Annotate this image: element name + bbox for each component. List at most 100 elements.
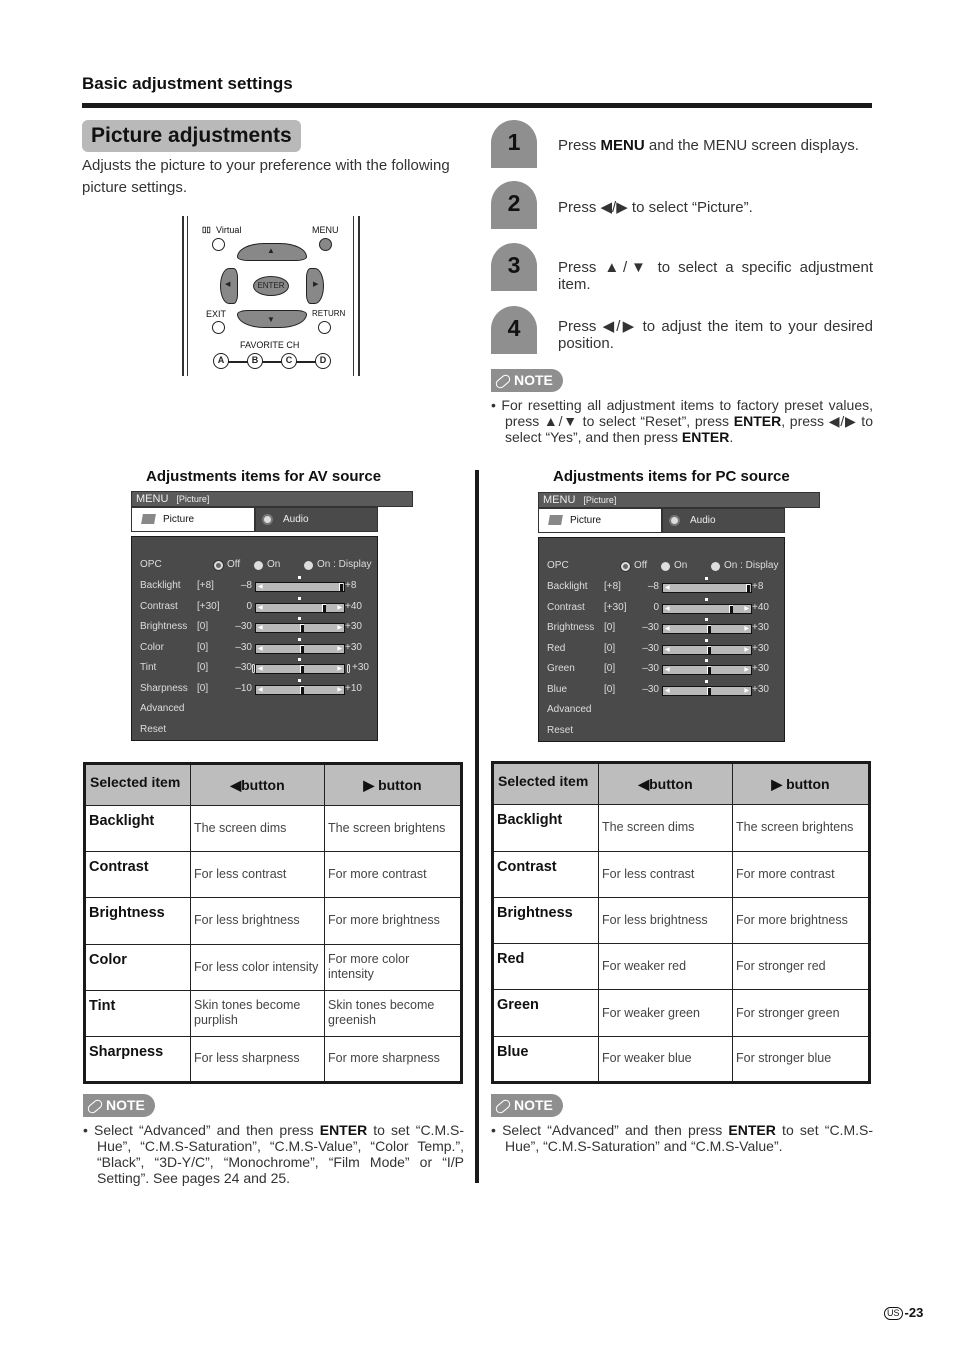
opc-radio-on[interactable] [254, 561, 263, 570]
left-arrow-icon: ◀ [258, 686, 263, 693]
left-button-effect-cell: For less contrast [190, 851, 325, 899]
slider-track[interactable]: ◀ ▶ [662, 665, 752, 675]
slider-track[interactable]: ◀ [255, 582, 345, 592]
left-arrow-icon: ◀ [225, 281, 231, 288]
return-button[interactable] [318, 321, 331, 334]
down-button[interactable]: ▼ [237, 310, 307, 328]
slider-current-value: [+8] [197, 580, 214, 591]
note-badge: NOTE [83, 1094, 155, 1117]
slider-handle[interactable] [339, 583, 343, 591]
slider-track[interactable]: ◀ ▶ [255, 664, 345, 674]
right-arrow-icon: ▶ [744, 646, 749, 653]
slider-max: +30 [345, 641, 362, 653]
left-button-effect-cell: For less sharpness [190, 1035, 325, 1084]
slider-track[interactable]: ◀ ▶ [662, 603, 752, 614]
opc-radio-on[interactable] [661, 562, 670, 571]
slider-current-value: [0] [197, 621, 209, 632]
exit-button[interactable] [212, 321, 225, 334]
tab-picture[interactable]: Picture [538, 508, 662, 533]
slider-handle[interactable] [707, 666, 711, 674]
slider-track[interactable]: ◀ ▶ [255, 684, 345, 695]
slider-min: –30 [235, 621, 252, 632]
picture-icon [141, 514, 156, 525]
left-arrow-icon: ◀ [665, 646, 670, 653]
slider-handle[interactable] [707, 686, 711, 695]
menu-button[interactable] [319, 238, 332, 251]
table-header-cell: ◀button [598, 761, 733, 806]
slider-track[interactable]: ◀ [662, 583, 752, 593]
left-button-effect-cell: For less brightness [598, 896, 733, 945]
header-rule [82, 103, 872, 108]
item-name-cell: Backlight [84, 805, 191, 853]
table-row: Red For weaker red For stronger red [492, 943, 870, 991]
tab-picture[interactable]: Picture [131, 507, 255, 532]
slider-current-value: [0] [197, 662, 209, 673]
slider-handle[interactable] [322, 603, 326, 612]
note-label: NOTE [514, 1097, 553, 1113]
virtual-button[interactable] [212, 238, 225, 251]
slider-track[interactable]: ◀ ▶ [662, 644, 752, 655]
slider-handle[interactable] [746, 584, 750, 592]
tab-audio[interactable]: Audio [662, 508, 785, 533]
remote-illustration: ▯▯ Virtual MENU ▲ ▼ ◀ ▶ ENTER EXIT RETUR… [182, 216, 360, 376]
slider-handle[interactable] [300, 624, 304, 632]
slider-handle[interactable] [729, 604, 733, 613]
slider-label: Backlight [140, 580, 181, 591]
left-arrow-icon: ◀ [258, 666, 263, 672]
slider-handle[interactable] [300, 665, 304, 673]
opc-option-label: On [674, 560, 688, 571]
left-button-effect-cell: For weaker green [598, 989, 733, 1037]
favorite-a-button[interactable]: A [213, 353, 229, 369]
paperclip-icon [493, 372, 513, 390]
audio-icon [262, 513, 273, 525]
slider-min: –30 [642, 663, 659, 674]
menu-bar-subtitle: [Picture] [583, 495, 617, 505]
slider-handle[interactable] [707, 645, 711, 654]
slider-row-color: Color [0] –30 +30 ◀ ▶ [140, 637, 376, 656]
favorite-c-button[interactable]: C [281, 353, 297, 369]
table-header-row: Selected item ◀button ▶ button [84, 762, 462, 807]
up-button[interactable]: ▲ [237, 243, 307, 261]
slider-current-value: [0] [604, 683, 616, 695]
menu-bar-title: MENU [136, 493, 169, 505]
favorite-b-button[interactable]: B [247, 353, 263, 369]
slider-current-value: [+30] [197, 600, 220, 612]
intro-description: Adjusts the picture to your preference w… [82, 157, 450, 196]
left-arrow-icon: ◀ [258, 645, 263, 652]
opc-radio-off[interactable] [621, 562, 630, 571]
slider-handle[interactable] [300, 685, 304, 694]
menu-item-reset[interactable]: Reset [547, 723, 783, 739]
tab-label: Audio [283, 514, 309, 525]
right-arrow-icon: ▶ [337, 645, 342, 652]
menu-item-reset[interactable]: Reset [140, 722, 376, 738]
slider-track[interactable]: ◀ ▶ [255, 643, 345, 654]
left-button-effect-cell: Skin tones become purplish [190, 989, 325, 1037]
remote-edge [353, 216, 354, 376]
slider-row-contrast: Contrast [+30] 0 +40 ◀ ▶ [140, 596, 376, 615]
left-button[interactable]: ◀ [220, 268, 238, 304]
favorite-d-button[interactable]: D [315, 353, 331, 369]
slider-max: +10 [345, 682, 362, 694]
slider-track[interactable]: ◀ ▶ [662, 685, 752, 696]
slider-max: +40 [752, 601, 769, 613]
slider-track[interactable]: ◀ ▶ [255, 623, 345, 633]
remote-edge [182, 216, 184, 376]
opc-radio-on-display[interactable] [711, 562, 720, 571]
slider-handle[interactable] [707, 625, 711, 633]
menu-item-advanced[interactable]: Advanced [547, 702, 783, 718]
section-title: Basic adjustment settings [82, 74, 293, 93]
opc-radio-on-display[interactable] [304, 561, 313, 570]
slider-track[interactable]: ◀ ▶ [255, 602, 345, 613]
exit-label: EXIT [206, 309, 227, 319]
slider-row-green: Green [0] –30 +30 ◀ ▶ [547, 659, 783, 677]
right-button[interactable]: ▶ [306, 268, 324, 304]
tab-audio[interactable]: Audio [255, 507, 378, 532]
menu-item-advanced[interactable]: Advanced [140, 701, 376, 717]
opc-option-label: On : Display [724, 560, 779, 571]
table-header-cell: ▶ button [732, 761, 870, 806]
slider-handle[interactable] [300, 644, 304, 653]
enter-button[interactable]: ENTER [253, 276, 289, 296]
remote-edge [187, 216, 188, 376]
opc-radio-off[interactable] [214, 561, 223, 570]
slider-track[interactable]: ◀ ▶ [662, 624, 752, 634]
